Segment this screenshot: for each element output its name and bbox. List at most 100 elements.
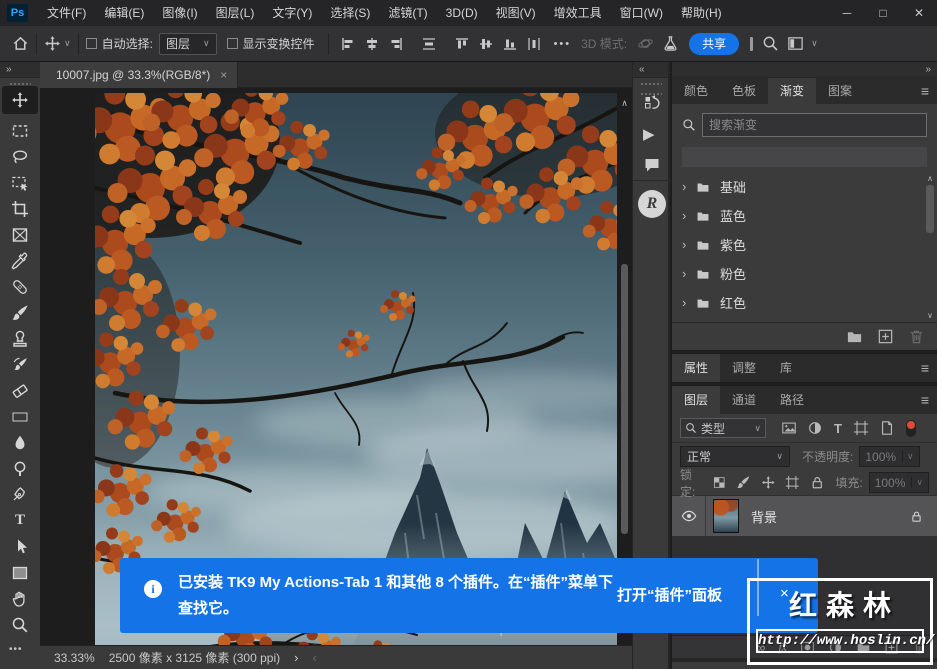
menu-plugins[interactable]: 增效工具 <box>545 0 611 26</box>
path-selection-tool-icon[interactable] <box>11 538 29 556</box>
chevron-down-icon[interactable]: ∨ <box>64 38 71 49</box>
object-selection-tool-icon[interactable] <box>11 174 29 192</box>
history-brush-tool-icon[interactable] <box>11 356 29 374</box>
scrollbar-thumb[interactable] <box>926 185 934 233</box>
close-tab-icon[interactable]: × <box>220 68 227 82</box>
menu-select[interactable]: 选择(S) <box>321 0 379 26</box>
gradient-folder-reds[interactable]: › 红色 <box>672 288 937 317</box>
dock-collapse-icon[interactable]: « <box>633 62 668 78</box>
brush-tool-icon[interactable] <box>11 304 29 322</box>
scrollbar-thumb[interactable] <box>621 264 628 534</box>
close-button[interactable]: ✕ <box>901 0 937 26</box>
layer-filter-type-dropdown[interactable]: 类型 ∨ <box>680 418 766 438</box>
filter-smart-object-icon[interactable] <box>879 420 895 436</box>
menu-layer[interactable]: 图层(L) <box>207 0 264 26</box>
blur-tool-icon[interactable] <box>11 434 29 452</box>
blend-mode-dropdown[interactable]: 正常 ∨ <box>680 446 790 467</box>
clone-stamp-tool-icon[interactable] <box>11 330 29 348</box>
scroll-up-icon[interactable]: ∧ <box>925 174 935 183</box>
dock-grip[interactable] <box>639 82 662 86</box>
tab-color[interactable]: 颜色 <box>672 78 720 104</box>
dodge-tool-icon[interactable] <box>11 460 29 478</box>
gradient-tool-icon[interactable] <box>11 408 29 426</box>
workspace-icon[interactable] <box>787 35 804 52</box>
panel-menu-icon[interactable]: ≡ <box>921 354 929 382</box>
lock-transparency-icon[interactable] <box>712 475 727 490</box>
layer-name[interactable]: 背景 <box>751 507 910 526</box>
align-top-icon[interactable] <box>455 37 469 51</box>
tab-patterns[interactable]: 图案 <box>816 78 864 104</box>
layer-thumbnail[interactable] <box>713 499 739 533</box>
new-group-folder-icon[interactable] <box>846 328 863 345</box>
move-tool-preset-icon[interactable] <box>44 35 61 52</box>
auto-select-target-dropdown[interactable]: 图层 ∨ <box>158 32 217 55</box>
chevron-right-icon[interactable]: › <box>682 295 696 310</box>
filter-shape-layers-icon[interactable] <box>853 420 869 436</box>
gradient-folder-purples[interactable]: › 紫色 <box>672 230 937 259</box>
eyedropper-tool-icon[interactable] <box>11 252 29 270</box>
panel-expand-icon[interactable]: » <box>672 62 937 78</box>
zoom-tool-icon[interactable] <box>11 616 29 634</box>
gradient-search-box[interactable] <box>702 113 927 137</box>
menu-filter[interactable]: 滤镜(T) <box>379 0 436 26</box>
lock-position-icon[interactable] <box>761 475 776 490</box>
lock-pixels-icon[interactable] <box>736 475 751 490</box>
eye-icon[interactable] <box>681 508 697 524</box>
filter-type-layers-icon[interactable]: T <box>834 421 842 436</box>
edit-toolbar-icon[interactable]: ••• <box>9 644 23 655</box>
tab-swatches[interactable]: 色板 <box>720 78 768 104</box>
share-button[interactable]: 共享 <box>689 32 740 55</box>
show-transform-checkbox[interactable] <box>226 38 238 49</box>
menu-edit[interactable]: 编辑(E) <box>95 0 153 26</box>
more-align-options-icon[interactable]: ••• <box>554 38 572 50</box>
layer-lock-icon[interactable] <box>910 510 923 523</box>
panel-menu-icon[interactable]: ≡ <box>921 386 929 414</box>
tab-gradients[interactable]: 渐变 <box>768 78 817 104</box>
rectangle-tool-icon[interactable] <box>11 564 29 582</box>
gradient-folder-pinks[interactable]: › 粉色 <box>672 259 937 288</box>
gradient-list-scrollbar[interactable]: ∧ ∨ <box>925 172 935 320</box>
chevron-down-icon[interactable]: ∨ <box>811 38 818 49</box>
open-plugins-panel-button[interactable]: 打开“插件”面板 <box>617 584 722 605</box>
tab-libraries[interactable]: 库 <box>768 354 804 382</box>
move-tool-icon[interactable] <box>11 91 29 109</box>
tab-properties[interactable]: 属性 <box>672 354 721 382</box>
gradient-folder-basics[interactable]: › 基础 <box>672 172 937 201</box>
lock-artboard-icon[interactable] <box>785 475 800 490</box>
trash-icon[interactable] <box>908 328 925 345</box>
chevron-right-icon[interactable]: › <box>682 237 696 252</box>
opacity-field[interactable]: 100% ∨ <box>859 446 920 467</box>
menu-3d[interactable]: 3D(D) <box>437 0 487 26</box>
panel-menu-icon[interactable]: ≡ <box>921 78 929 104</box>
align-bottom-icon[interactable] <box>503 37 517 51</box>
fill-field[interactable]: 100% ∨ <box>868 472 929 493</box>
pen-tool-icon[interactable] <box>11 486 29 504</box>
menu-image[interactable]: 图像(I) <box>153 0 206 26</box>
crop-tool-icon[interactable] <box>11 200 29 218</box>
frame-tool-icon[interactable] <box>11 226 29 244</box>
eraser-tool-icon[interactable] <box>11 382 29 400</box>
tab-paths[interactable]: 路径 <box>768 386 816 414</box>
filter-adjustment-layers-icon[interactable] <box>807 420 823 436</box>
gradient-folder-blues[interactable]: › 蓝色 <box>672 201 937 230</box>
status-next-icon[interactable]: › <box>294 650 298 665</box>
new-gradient-icon[interactable] <box>877 328 894 345</box>
notes-panel-icon[interactable] <box>643 156 661 174</box>
chevron-right-icon[interactable]: › <box>682 208 696 223</box>
layer-filter-toggle[interactable] <box>905 419 916 437</box>
align-center-horizontal-icon[interactable] <box>365 37 379 51</box>
history-panel-icon[interactable] <box>643 94 661 112</box>
plugin-r-badge-icon[interactable]: R <box>638 190 666 218</box>
menu-window[interactable]: 窗口(W) <box>611 0 672 26</box>
auto-select-checkbox[interactable] <box>85 38 97 49</box>
layer-row-background[interactable]: 背景 <box>672 496 937 536</box>
lasso-tool-icon[interactable] <box>11 148 29 166</box>
visibility-cell[interactable] <box>672 496 706 536</box>
toolbar-collapse-icon[interactable]: » <box>0 62 40 78</box>
tab-layers[interactable]: 图层 <box>672 386 721 414</box>
spot-healing-brush-tool-icon[interactable] <box>11 278 29 296</box>
rectangular-marquee-tool-icon[interactable] <box>11 122 29 140</box>
search-icon[interactable] <box>762 35 779 52</box>
maximize-button[interactable]: □ <box>865 0 901 26</box>
status-prev-icon[interactable]: ‹ <box>312 650 316 665</box>
